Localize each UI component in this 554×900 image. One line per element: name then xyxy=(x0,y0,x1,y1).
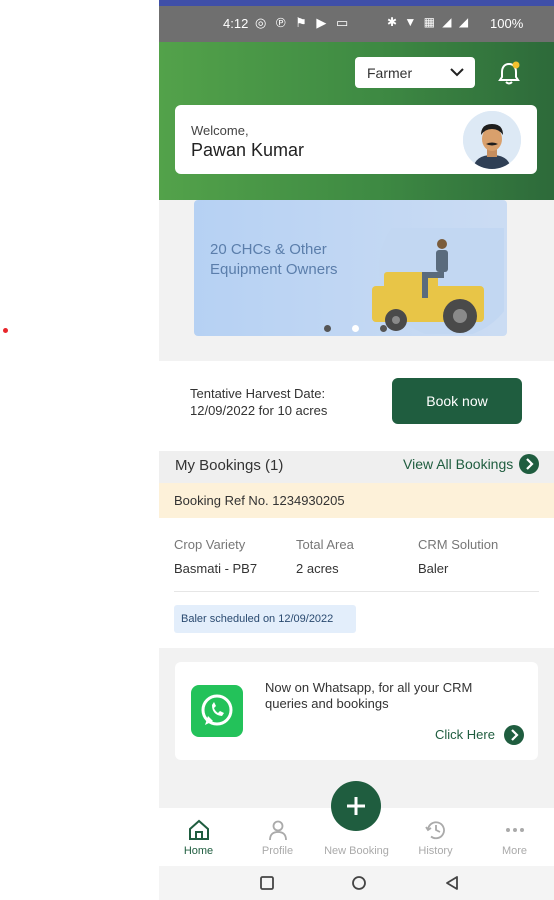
battery-level: 100% xyxy=(490,16,524,31)
role-dropdown[interactable]: Farmer xyxy=(355,57,475,88)
chevron-down-icon xyxy=(450,68,464,77)
user-name: Pawan Kumar xyxy=(191,140,305,160)
nav-history-label: History xyxy=(418,845,453,857)
app-header: Farmer Welcome, Pawan Kumar xyxy=(159,42,554,200)
whatsapp-message: Now on Whatsapp, for all your CRM querie… xyxy=(265,680,473,711)
promo-banner[interactable]: 20 CHCs & Other Equipment Owners xyxy=(194,200,507,336)
arrow-right-circle-icon[interactable] xyxy=(518,453,540,475)
divider xyxy=(174,591,539,592)
schedule-badge: Baler scheduled on 12/09/2022 xyxy=(174,605,356,633)
banner-dot[interactable] xyxy=(380,325,387,332)
nav-home-label: Home xyxy=(183,845,214,857)
banner-dot-active[interactable] xyxy=(352,325,359,332)
history-icon xyxy=(425,821,445,840)
status-app-icons: ◎ ℗ ⚑ ▶ ▭ xyxy=(255,15,352,30)
crop-variety-label: Crop Variety xyxy=(174,537,246,552)
crm-solution-column: CRM Solution Baler xyxy=(418,537,498,576)
status-bar: 4:12 ◎ ℗ ⚑ ▶ ▭ ✱ ▼ ▦ ◢ ◢ 100% xyxy=(159,6,554,42)
my-bookings-header: My Bookings (1) View All Bookings xyxy=(159,451,554,483)
booking-ref-bar: Booking Ref No. 1234930205 xyxy=(159,483,554,518)
nav-new-booking-label: New Booking xyxy=(324,845,389,857)
profile-icon xyxy=(269,820,287,841)
welcome-label: Welcome, xyxy=(191,123,249,138)
plus-icon xyxy=(347,797,365,815)
my-bookings-title: My Bookings (1) xyxy=(175,457,284,474)
status-system-icons: ✱ ▼ ▦ ◢ ◢ xyxy=(387,15,471,29)
nav-profile-label: Profile xyxy=(261,845,294,857)
crm-solution-label: CRM Solution xyxy=(418,537,499,552)
nav-history[interactable]: History xyxy=(396,808,475,866)
more-dots-icon xyxy=(506,828,524,832)
nav-home[interactable]: Home xyxy=(159,808,238,866)
tractor-illustration xyxy=(372,228,504,334)
welcome-card: Welcome, Pawan Kumar xyxy=(175,105,537,174)
system-navigation-bar xyxy=(159,866,554,900)
user-avatar-icon xyxy=(463,111,521,169)
book-now-button[interactable]: Book now xyxy=(392,378,522,424)
harvest-detail: 12/09/2022 for 10 acres xyxy=(190,403,328,418)
banner-dot[interactable] xyxy=(324,325,331,332)
view-all-bookings-link[interactable]: View All Bookings xyxy=(403,456,513,472)
total-area-column: Total Area 2 acres xyxy=(296,537,354,576)
nav-profile[interactable]: Profile xyxy=(238,808,317,866)
nav-more-label: More xyxy=(501,845,528,857)
bell-icon[interactable] xyxy=(497,60,521,86)
avatar[interactable] xyxy=(463,111,521,169)
booking-ref-number: Booking Ref No. 1234930205 xyxy=(174,493,345,508)
schedule-text: Baler scheduled on 12/09/2022 xyxy=(181,613,334,625)
click-here-link[interactable]: Click Here xyxy=(435,727,495,742)
crop-variety-value: Basmati - PB7 xyxy=(174,561,258,576)
recents-square-icon[interactable] xyxy=(259,875,275,891)
status-time: 4:12 xyxy=(223,16,249,31)
booking-details: Crop Variety Basmati - PB7 Total Area 2 … xyxy=(159,518,554,648)
red-marker-dot xyxy=(3,328,8,333)
crop-variety-column: Crop Variety Basmati - PB7 xyxy=(174,537,257,576)
whatsapp-icon xyxy=(191,685,243,737)
total-area-label: Total Area xyxy=(296,537,354,552)
nav-more[interactable]: More xyxy=(475,808,554,866)
total-area-value: 2 acres xyxy=(296,561,339,576)
harvest-label: Tentative Harvest Date: xyxy=(190,386,326,401)
whatsapp-card: Now on Whatsapp, for all your CRM querie… xyxy=(175,662,538,760)
home-icon xyxy=(189,819,209,840)
back-triangle-icon[interactable] xyxy=(444,875,460,891)
home-circle-icon[interactable] xyxy=(351,875,367,891)
phone-screen: 4:12 ◎ ℗ ⚑ ▶ ▭ ✱ ▼ ▦ ◢ ◢ 100% Farmer Wel… xyxy=(159,0,554,900)
banner-text: 20 CHCs & Other Equipment Owners xyxy=(210,241,338,278)
arrow-right-circle-icon[interactable] xyxy=(503,724,525,746)
harvest-card: Tentative Harvest Date: 12/09/2022 for 1… xyxy=(159,361,554,451)
new-booking-fab[interactable] xyxy=(331,781,381,831)
role-dropdown-value: Farmer xyxy=(367,65,413,81)
crm-solution-value: Baler xyxy=(418,561,449,576)
